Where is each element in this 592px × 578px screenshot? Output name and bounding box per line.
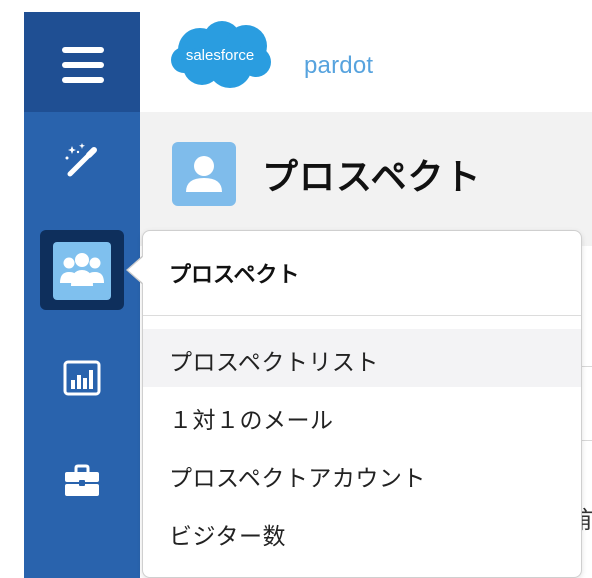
- sidebar-item-marketing[interactable]: [24, 124, 140, 194]
- prospects-flyout-menu: プロスペクト プロスペクトリスト １対１のメール プロスペクトアカウント ビジタ…: [142, 230, 582, 578]
- page-title-icon-tile: [172, 142, 236, 206]
- menu-item-label: ビジター数: [169, 524, 287, 550]
- page-header: プロスペクト: [140, 112, 592, 246]
- sidebar-item-admin[interactable]: [24, 448, 140, 518]
- popover-arrow-fill: [128, 256, 144, 284]
- menu-button[interactable]: [24, 12, 140, 112]
- salesforce-cloud-icon: salesforce: [171, 21, 271, 88]
- briefcase-icon: [65, 464, 99, 496]
- bar-chart-icon: [63, 360, 101, 396]
- menu-item-prospect-list[interactable]: プロスペクトリスト: [143, 329, 581, 387]
- page-title: プロスペクト: [262, 157, 482, 198]
- logo-product-name: pardot: [304, 52, 374, 79]
- sidebar-nav: [24, 12, 140, 578]
- prospects-tile: [53, 242, 111, 300]
- flyout-heading: プロスペクト: [169, 263, 300, 288]
- background-divider: [582, 366, 592, 367]
- menu-item-visitors[interactable]: ビジター数: [143, 503, 581, 561]
- background-divider: [582, 440, 592, 441]
- logo-cloud-text: salesforce: [186, 47, 254, 64]
- person-icon: [186, 156, 222, 192]
- menu-item-prospect-accounts[interactable]: プロスペクトアカウント: [143, 445, 581, 503]
- menu-item-label: プロスペクトリスト: [169, 350, 379, 376]
- menu-item-label: １対１のメール: [169, 408, 334, 434]
- menu-item-one-to-one-email[interactable]: １対１のメール: [143, 387, 581, 445]
- magic-wand-icon: [65, 143, 97, 177]
- app-header: salesforce pardot: [140, 0, 592, 112]
- menu-item-label: プロスペクトアカウント: [169, 466, 426, 492]
- people-icon: [60, 253, 104, 286]
- sidebar-item-reports[interactable]: [24, 342, 140, 412]
- flyout-divider: [143, 315, 581, 316]
